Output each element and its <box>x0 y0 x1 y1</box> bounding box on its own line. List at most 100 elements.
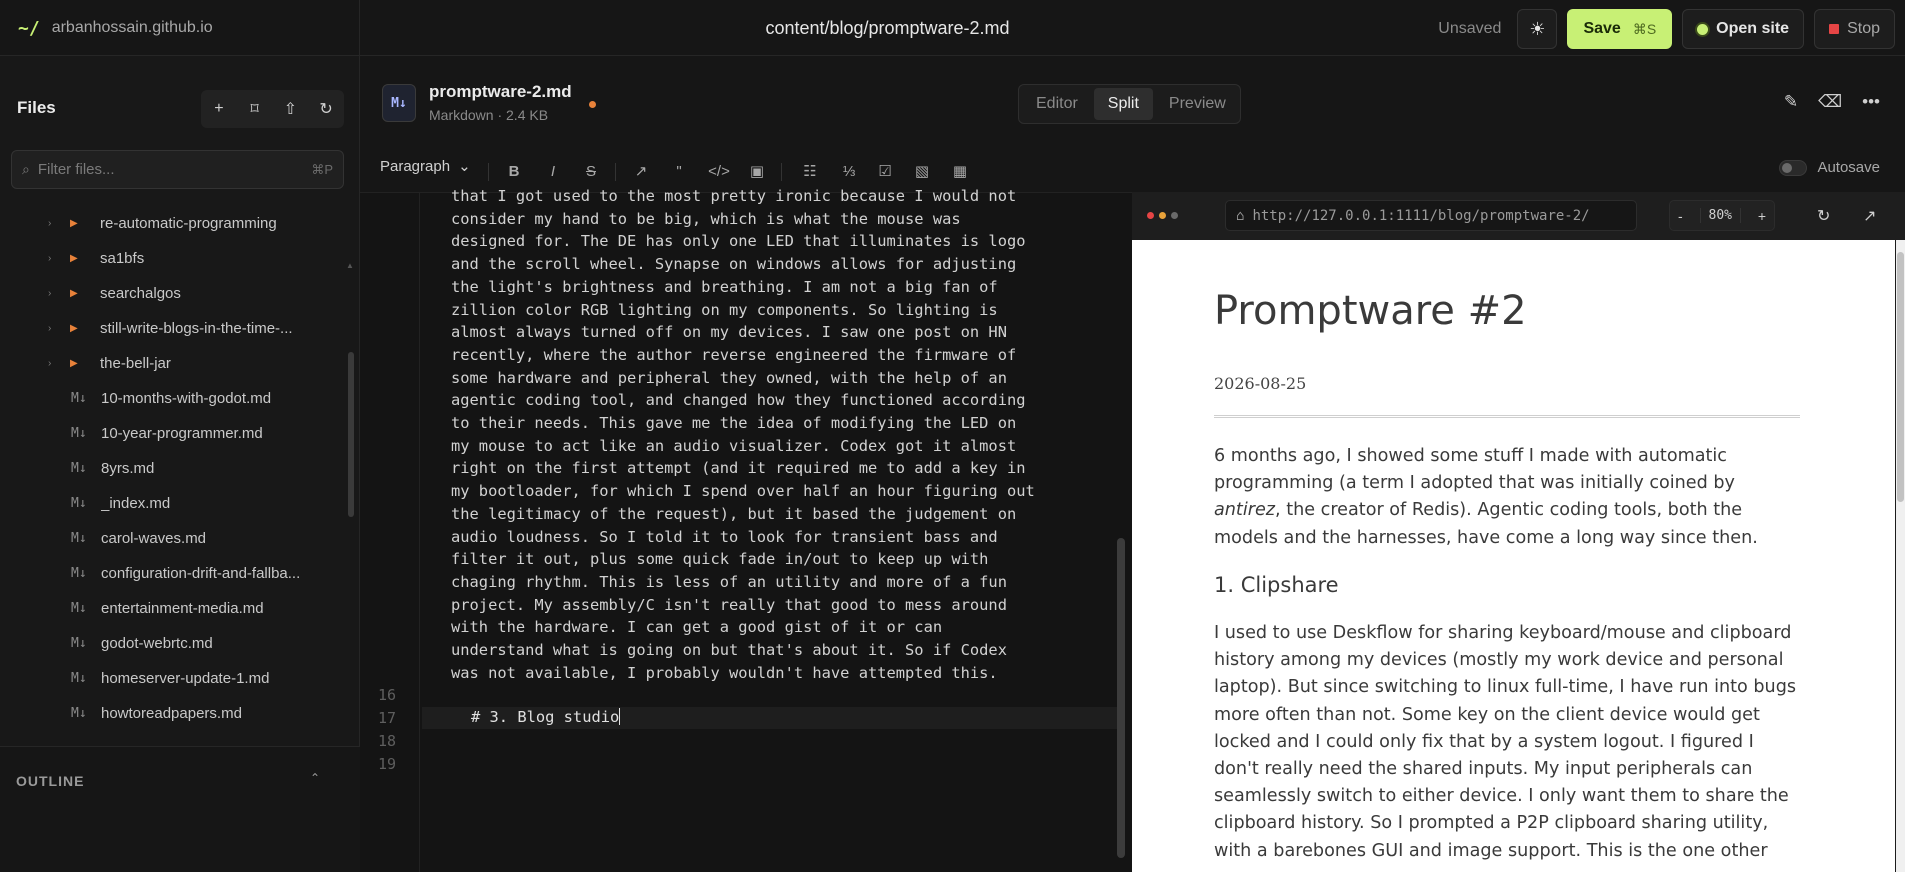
unsaved-indicator <box>589 101 596 108</box>
autosave-switch[interactable] <box>1779 159 1808 176</box>
tab-preview[interactable]: Preview <box>1155 88 1240 120</box>
editor-text-line[interactable]: agentic coding tool, and changed how the… <box>451 389 1111 412</box>
editor-text-line[interactable]: the light's brightness and breathing. I … <box>451 276 1111 299</box>
more-options-icon[interactable]: ••• <box>1862 92 1880 112</box>
top-actions: Unsaved ☀ Save ⌘S Open site Stop <box>1438 9 1895 49</box>
file-item[interactable]: M↓ 8yrs.md <box>0 451 348 486</box>
zoom-out-button[interactable]: - <box>1678 208 1683 224</box>
bold-button[interactable]: B <box>501 158 527 184</box>
zoom-in-button[interactable]: + <box>1758 208 1766 224</box>
bullet-list-button[interactable]: ☷ <box>797 158 823 184</box>
editor-text-line[interactable]: zillion color RGB lighting on my compone… <box>451 299 1111 322</box>
file-item[interactable]: M↓ godot-webrtc.md <box>0 626 348 661</box>
editor-text-line[interactable]: to their needs. This gave me the idea of… <box>451 412 1111 435</box>
markdown-file-icon: M↓ <box>71 461 87 476</box>
editor-text-line[interactable]: filter it out, plus some quick fade in/o… <box>451 548 1111 571</box>
red-dot-icon <box>1147 212 1154 219</box>
folder-item[interactable]: › ▶ sa1bfs <box>0 241 348 276</box>
checklist-button[interactable]: ☑ <box>872 158 898 184</box>
stop-button[interactable]: Stop <box>1814 9 1895 49</box>
markdown-file-icon: M↓ <box>71 496 87 511</box>
editor-text-line[interactable]: designed for. The DE has only one LED th… <box>451 230 1111 253</box>
file-label: homeserver-update-1.md <box>101 670 270 687</box>
folder-item[interactable]: › ▶ the-bell-jar <box>0 346 348 381</box>
quote-button[interactable]: " <box>666 158 692 184</box>
open-site-button[interactable]: Open site <box>1682 9 1805 49</box>
editor-text-line[interactable]: recently, where the author reverse engin… <box>451 344 1111 367</box>
numbered-list-button[interactable]: ⅓ <box>836 158 862 184</box>
file-item[interactable]: M↓ 10-months-with-godot.md <box>0 381 348 416</box>
italic-button[interactable]: I <box>540 158 566 184</box>
editor-text-line[interactable]: and the scroll wheel. Synapse on windows… <box>451 253 1111 276</box>
editor-text-line[interactable]: consider my hand to be big, which is wha… <box>451 208 1111 231</box>
intro-text-start: 6 months ago, I showed some stuff I made… <box>1214 446 1735 494</box>
editor-text-line[interactable]: right on the first attempt (and it requi… <box>451 457 1111 480</box>
chevron-up-icon[interactable]: ⌃ <box>310 771 320 785</box>
save-button[interactable]: Save ⌘S <box>1567 9 1673 49</box>
block-type-select[interactable]: Paragraph ⌄ <box>380 157 471 176</box>
tab-editor[interactable]: Editor <box>1022 88 1092 120</box>
table-button[interactable]: ▦ <box>947 158 973 184</box>
tab-split[interactable]: Split <box>1093 88 1153 120</box>
rename-pencil-icon[interactable]: ✎ <box>1784 92 1798 112</box>
editor-text-line[interactable]: my mouse to act like an audio visualizer… <box>451 435 1111 458</box>
editor-text[interactable]: that I got used to the most pretty ironi… <box>451 185 1111 684</box>
editor-text-line[interactable]: understand what is going on but that's a… <box>451 639 1111 662</box>
image-button[interactable]: ▣ <box>744 158 770 184</box>
file-item[interactable]: M↓ carol-waves.md <box>0 521 348 556</box>
editor-text-line[interactable]: my bootloader, for which I spend over ha… <box>451 480 1111 503</box>
folder-item[interactable]: › ▶ still-write-blogs-in-the-time-... <box>0 311 348 346</box>
markdown-file-icon: M↓ <box>71 636 87 651</box>
link-button[interactable]: ↗ <box>628 158 654 184</box>
folder-item[interactable]: › ▶ searchalgos <box>0 276 348 311</box>
file-item[interactable]: M↓ entertainment-media.md <box>0 591 348 626</box>
editor-text-line[interactable]: project. My assembly/C isn't really that… <box>451 594 1111 617</box>
editor-text-line[interactable]: almost always turned off on my devices. … <box>451 321 1111 344</box>
autosave-toggle[interactable]: Autosave <box>1779 159 1880 176</box>
delete-icon[interactable]: ⌫ <box>1818 92 1842 112</box>
file-item[interactable]: M↓ homeserver-update-1.md <box>0 661 348 696</box>
editor-text-line[interactable]: the legitimacy of the request), but it b… <box>451 503 1111 526</box>
editor-text-line[interactable]: that I got used to the most pretty ironi… <box>451 185 1111 208</box>
markdown-editor[interactable]: 16 17 18 19 that I got used to the most … <box>360 187 1132 872</box>
editor-scrollbar[interactable] <box>1117 538 1125 858</box>
upload-icon[interactable]: ⇧ <box>275 99 305 119</box>
file-label: 10-months-with-godot.md <box>101 390 272 407</box>
filter-files-input[interactable] <box>37 161 304 178</box>
markdown-file-icon: M↓ <box>71 566 87 581</box>
open-external-icon[interactable]: ↗ <box>1863 206 1876 226</box>
preview-scrollbar[interactable] <box>1897 252 1904 502</box>
markdown-file-icon: M↓ <box>71 391 87 406</box>
folder-item[interactable]: › ▶ re-automatic-programming <box>0 206 348 241</box>
file-item[interactable]: M↓ howtoreadpapers.md <box>0 696 348 731</box>
file-item[interactable]: M↓ 10-year-programmer.md <box>0 416 348 451</box>
editor-text-line[interactable]: chaging rhythm. This is less of an utili… <box>451 571 1111 594</box>
file-tree-scrollbar[interactable] <box>348 352 354 517</box>
zoom-control: - 80% + <box>1669 200 1775 231</box>
new-folder-icon[interactable]: ⌑ <box>240 99 270 119</box>
refresh-icon[interactable]: ↻ <box>311 99 341 119</box>
code-button[interactable]: </> <box>706 158 732 184</box>
theme-toggle-button[interactable]: ☀ <box>1517 9 1558 49</box>
editor-heading-line[interactable]: # 3. Blog studio <box>471 708 621 726</box>
reload-icon[interactable]: ↻ <box>1817 206 1830 226</box>
rendered-page: Promptware #2 2026-08-25 6 months ago, I… <box>1132 240 1895 872</box>
preview-url-bar[interactable]: ⌂ http://127.0.0.1:1111/blog/promptware-… <box>1225 200 1637 231</box>
markdown-file-icon: M↓ <box>71 531 87 546</box>
strikethrough-button[interactable]: S <box>578 158 604 184</box>
file-item[interactable]: M↓ configuration-drift-and-fallba... <box>0 556 348 591</box>
site-name[interactable]: arbanhossain.github.io <box>52 19 213 37</box>
editor-text-line[interactable]: with the hardware. I can get a good gist… <box>451 616 1111 639</box>
file-item[interactable]: M↓ _index.md <box>0 486 348 521</box>
editor-text-line[interactable]: was not available, I probably wouldn't h… <box>451 662 1111 685</box>
folder-icon: ▶ <box>70 323 78 334</box>
editor-text-line[interactable]: audio loudness. So I told it to look for… <box>451 526 1111 549</box>
folder-icon: ▶ <box>70 253 78 264</box>
folder-label: still-write-blogs-in-the-time-... <box>100 320 293 337</box>
plus-icon[interactable]: + <box>204 100 234 118</box>
media-button[interactable]: ▧ <box>909 158 935 184</box>
heading-text: # 3. Blog studio <box>471 708 620 726</box>
editor-text-line[interactable]: some hardware and peripheral they owned,… <box>451 367 1111 390</box>
section-paragraph: I used to use Deskflow for sharing keybo… <box>1214 623 1797 872</box>
scroll-up-arrow-icon[interactable]: ▲ <box>346 261 354 270</box>
